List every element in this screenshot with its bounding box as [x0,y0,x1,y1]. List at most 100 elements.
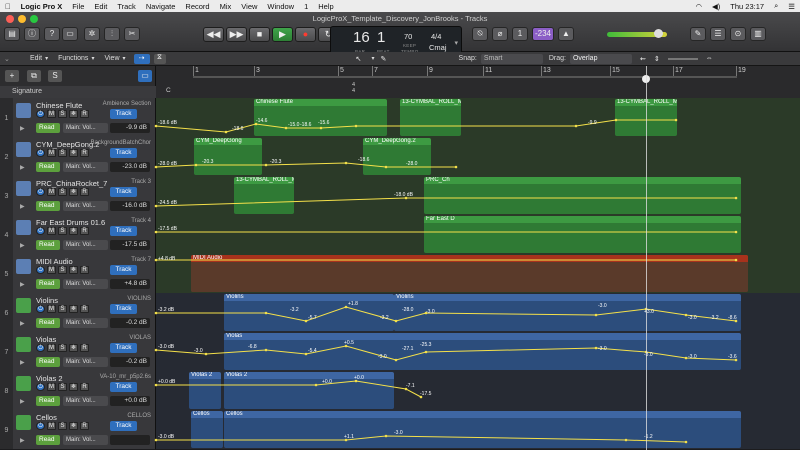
track-name[interactable]: Violas 2 [36,374,63,383]
smart-controls-icon[interactable]: ✲ [84,27,100,41]
solo-button[interactable]: S [58,149,67,157]
menu-record[interactable]: Record [180,2,214,11]
drag-select[interactable]: Overlap [569,53,632,64]
record-enable-button[interactable]: R [80,149,89,157]
menu-track[interactable]: Track [112,2,140,11]
browser-icon[interactable]: ▥ [750,27,766,41]
solo-icon[interactable]: ⌀ [492,27,508,41]
track-instrument-icon[interactable] [16,337,31,352]
disclosure-triangle-icon[interactable]: ▶ [20,281,25,288]
automation-value[interactable]: -17.5 dB [110,240,150,250]
horizontal-zoom-slider[interactable] [667,57,698,60]
solo-button[interactable]: S [58,305,67,313]
automation-curve[interactable]: +4.8 dB [154,254,800,293]
track-name[interactable]: Far East Drums 01.6 [36,218,105,227]
track-automation-button[interactable]: Track [110,226,137,236]
automation-curve[interactable]: -3.2 dB -3.2-5.7+1.8-3.2-28.0 -3.0-3.0+3.0… [154,293,800,332]
pointer-tool-icon[interactable]: ↖ [356,55,370,63]
record-enable-button[interactable]: R [80,110,89,118]
disclosure-triangle-icon[interactable]: ▶ [20,398,25,405]
record-enable-button[interactable]: R [80,344,89,352]
s-icon[interactable]: S [48,70,62,82]
mute-button[interactable]: M [47,422,56,430]
automation-curve[interactable]: -24.5 dB -18.0 dB [154,176,800,215]
track-row[interactable]: 6 Violins VIOLINS ⏻ M S ❄ R Track ▶ Read… [0,293,800,332]
record-button[interactable]: ● [295,27,316,42]
automation-curve[interactable]: -18.6 dB-18.6-14.6-15.0 -18.6 -15.6 -9.9 [154,98,800,137]
volume-icon[interactable]: ◀) [707,2,725,11]
automation-parameter-select[interactable]: Main: Vol... [63,357,108,367]
track-automation-button[interactable]: Track [110,304,137,314]
flex-icon[interactable]: ⧖ [153,53,166,64]
mixer-icon[interactable]: ⫶ [104,27,120,41]
freeze-icon[interactable]: ❄ [69,188,78,196]
vertical-zoom-icon[interactable]: ⇕ [654,55,660,63]
track-automation-button[interactable]: Track [110,265,137,275]
automation-curve[interactable]: -17.5 dB [154,215,800,254]
mute-button[interactable]: M [47,110,56,118]
automation-mode-select[interactable]: Read [36,318,60,328]
automation-value[interactable]: -0.2 dB [110,318,150,328]
automation-curve[interactable]: +0.0 dB +0.0 +0.0 -7.1 -17.5 [154,371,800,410]
automation-mode-select[interactable]: Read [36,123,60,133]
disclosure-triangle-icon[interactable]: ▶ [20,164,25,171]
track-row[interactable]: 5 MIDI Audio Track 7 ⏻ M S ❄ R Track ▶ R… [0,254,800,293]
snap-select[interactable]: Smart [480,53,543,64]
track-header[interactable]: 9 Cellos CELLOS ⏻ M S ❄ R Track ▶ Read M… [0,410,156,449]
track-header[interactable]: 4 Far East Drums 01.6 Track 4 ⏻ M S ❄ R … [0,215,156,254]
toolbar-icon[interactable]: ▭ [62,27,78,41]
disclosure-triangle-icon[interactable]: ▶ [20,359,25,366]
solo-button[interactable]: S [58,110,67,118]
loop-browser-icon[interactable]: ⊙ [730,27,746,41]
count-in-icon[interactable]: 1 [512,27,528,41]
duplicate-track-icon[interactable]: ⧉ [27,70,41,82]
menu-navigate[interactable]: Navigate [141,2,181,11]
track-header[interactable]: 8 Violas 2 VA-10_mr_p5p2.6s ⏻ M S ❄ R Tr… [0,371,156,410]
automation-mode-select[interactable]: Read [36,435,60,445]
track-row[interactable]: 2 CYM_DeepGong.2 BackgroundBatchChor ⏻ M… [0,137,800,176]
automation-value[interactable]: -16.0 dB [110,201,150,211]
track-instrument-icon[interactable] [16,103,31,118]
power-icon[interactable]: ⏻ [36,110,45,118]
track-row[interactable]: 4 Far East Drums 01.6 Track 4 ⏻ M S ❄ R … [0,215,800,254]
horizontal-zoom-icon[interactable]: ⇔ [706,55,713,62]
record-enable-button[interactable]: R [80,305,89,313]
playhead[interactable] [646,66,647,450]
menu-1[interactable]: 1 [299,2,313,11]
editors-icon[interactable]: ✂ [124,27,140,41]
view-menu[interactable]: View [104,55,119,62]
mute-button[interactable]: M [47,227,56,235]
track-header[interactable]: 1 Chinese Flute Ambience Section ⏻ M S ❄… [0,98,156,137]
automation-parameter-select[interactable]: Main: Vol... [63,201,108,211]
inspector-icon[interactable]: ⓘ [24,27,40,41]
disclosure-triangle-icon[interactable]: ▶ [20,203,25,210]
automation-parameter-select[interactable]: Main: Vol... [63,162,108,172]
automation-mode-select[interactable]: Read [36,357,60,367]
automation-value[interactable] [110,435,150,445]
pencil-tool-icon[interactable]: ✎ [381,55,395,63]
power-icon[interactable]: ⏻ [36,422,45,430]
freeze-icon[interactable]: ❄ [69,305,78,313]
freeze-icon[interactable]: ❄ [69,227,78,235]
track-instrument-icon[interactable] [16,181,31,196]
mute-button[interactable]: M [47,305,56,313]
play-button[interactable]: ▶ [272,27,293,42]
solo-button[interactable]: S [58,227,67,235]
automation-mode-select[interactable]: Read [36,201,60,211]
automation-value[interactable]: -9.9 dB [110,123,150,133]
disclosure-triangle-icon[interactable]: ▶ [20,437,25,444]
menu-logic-pro-x[interactable]: Logic Pro X [16,2,68,11]
freeze-icon[interactable]: ❄ [69,383,78,391]
automation-mode-select[interactable]: Read [36,240,60,250]
track-name[interactable]: PRC_ChinaRocket_7 [36,179,107,188]
power-icon[interactable]: ⏻ [36,227,45,235]
cpu-meter[interactable]: ‑234 [532,27,554,41]
record-enable-button[interactable]: R [80,188,89,196]
track-header[interactable]: 3 PRC_ChinaRocket_7 Track 3 ⏻ M S ❄ R Tr… [0,176,156,215]
solo-button[interactable]: S [58,422,67,430]
automation-mode-select[interactable]: Read [36,162,60,172]
disclosure-triangle-icon[interactable]: ▶ [20,320,25,327]
track-instrument-icon[interactable] [16,415,31,430]
menu-help[interactable]: Help [313,2,338,11]
track-header[interactable]: 2 CYM_DeepGong.2 BackgroundBatchChor ⏻ M… [0,137,156,176]
